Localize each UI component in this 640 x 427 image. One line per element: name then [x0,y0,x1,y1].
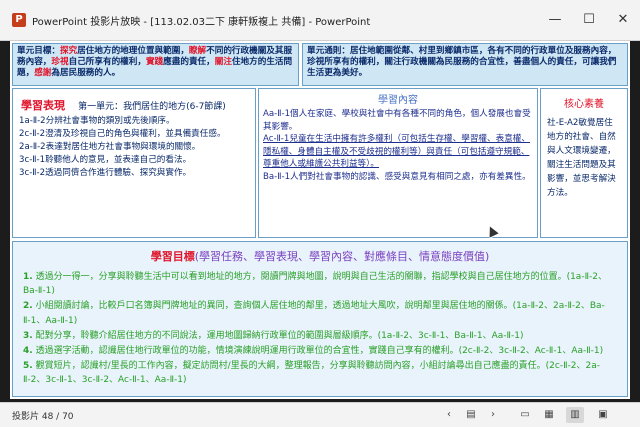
normal-view-button[interactable]: ▭ [516,407,534,423]
next-slide-button[interactable]: › [484,407,502,423]
content-item: Aa-Ⅱ-1個人在家庭、學校與社會中有各種不同的角色，個人發展也會受其影響。 [263,109,531,132]
sorter-view-button[interactable]: ▦ [540,407,558,423]
performance-item: 3c-Ⅱ-1聆聽他人的意見，並表達自己的看法。 [19,155,192,165]
goals-list: 1. 透過分一得一，分享與聆聽生活中可以看到地址的地方，閱讀門牌與地圖，說明與自… [23,270,621,389]
performance-title: 學習表現 [21,99,65,112]
performance-item: 2a-Ⅱ-2表達對居住地方社會事物與環境的關懷。 [19,142,201,152]
unit-rule-box: 單元通則：居住地範圍從鄰、村里到鄉鎮市區，各有不同的行政單位及服務內容，珍視所享… [302,43,628,86]
unit-title: 第一單元：我們居住的地方(6-7節課) [78,102,226,112]
content-list: Aa-Ⅱ-1個人在家庭、學校與社會中有各種不同的角色，個人發展也會受其影響。 A… [259,106,537,186]
title-bar: P PowerPoint 投影片放映 - [113.02.03二下 康軒叛複上 … [0,0,640,41]
learning-performance-box: 學習表現 第一單元：我們居住的地方(6-7節課) 1a-Ⅱ-2分辨社會事物的類別… [12,88,256,238]
core-competency-box: 核心素養 社-E-A2敏覺居住地方的社會、自然與人文環境變遷，關注生活問題及其影… [540,88,628,238]
learning-content-box: 學習內容 Aa-Ⅱ-1個人在家庭、學校與社會中有各種不同的角色，個人發展也會受其… [258,88,538,238]
goal-item: 1. 透過分一得一，分享與聆聽生活中可以看到地址的地方，閱讀門牌與地圖，說明與自… [23,272,607,297]
minimize-button[interactable]: — [538,8,572,32]
core-title: 核心素養 [564,99,604,110]
performance-item: 3c-Ⅱ-2透過同儕合作進行體驗、探究與實作。 [19,168,192,178]
goal-item: 2. 小組閱讀討論，比較戶口名簿與門牌地址的異同，查詢個人居住地的鄰里，透過地址… [23,301,605,326]
core-text: 社-E-A2敏覺居住地方的社會、自然與人文環境變遷，關注生活問題及其影響，並思考… [547,118,616,198]
performance-item: 2c-Ⅱ-2澄清及珍視自己的角色與權利，並具備責任感。 [19,129,226,139]
performance-list: 1a-Ⅱ-2分辨社會事物的類別或先後順序。 2c-Ⅱ-2澄清及珍視自己的角色與權… [19,115,253,180]
window-title: PowerPoint 投影片放映 - [113.02.03二下 康軒叛複上 共備… [32,17,371,28]
performance-item: 1a-Ⅱ-2分辨社會事物的類別或先後順序。 [19,116,175,126]
unit-goal-text: 單元目標：探究居住地方的地理位置與範圍，瞭解不同的行政機關及其服務內容，珍視自己… [17,46,293,78]
goals-header: 學習目標(學習任務、學習表現、學習內容、對應條目、情意態度價值) [13,248,627,264]
goals-subtitle: (學習任務、學習表現、學習內容、對應條目、情意態度價值) [194,250,490,263]
content-item: Ac-Ⅱ-1兒童在生活中擁有許多權利（可包括生存權、學習權、表意權、隱私權、身體… [263,134,530,170]
powerpoint-icon: P [12,13,26,27]
maximize-button[interactable]: ☐ [572,8,606,32]
unit-goal-box: 單元目標：探究居住地方的地理位置與範圍，瞭解不同的行政機關及其服務內容，珍視自己… [12,43,299,86]
content-title: 學習內容 [378,95,418,106]
unit-rule-text: 單元通則：居住地範圍從鄰、村里到鄉鎮市區，各有不同的行政單位及服務內容，珍視所享… [307,46,617,78]
reading-view-button[interactable]: ▥ [566,407,584,423]
learning-goals-box: 學習目標(學習任務、學習表現、學習內容、對應條目、情意態度價值) 1. 透過分一… [12,241,628,397]
status-bar: 投影片 48 / 70 ‹ ▤ › ▭ ▦ ▥ ▣ [0,402,640,427]
goal-item: 5. 觀賞短片，認識村/里長的工作內容，擬定訪問村/里長的大綱，整理報告，分享與… [23,361,600,386]
previous-slide-button[interactable]: ‹ [440,407,458,423]
goals-title: 學習目標 [150,250,195,263]
slideshow-view-button[interactable]: ▣ [594,407,612,423]
close-button[interactable]: ✕ [606,8,640,32]
slide: 單元目標：探究居住地方的地理位置與範圍，瞭解不同的行政機關及其服務內容，珍視自己… [10,41,630,399]
goal-item: 3. 配對分享，聆聽介紹居住地方的不同說法，運用地圖歸納行政單位的範圍與層級順序… [23,330,524,341]
powerpoint-window: P PowerPoint 投影片放映 - [113.02.03二下 康軒叛複上 … [0,0,640,427]
performance-header: 學習表現 第一單元：我們居住的地方(6-7節課) [21,94,226,113]
slide-counter: 投影片 48 / 70 [12,412,74,422]
slide-sorter-icon[interactable]: ▤ [462,407,480,423]
goal-item: 4. 透過選字活動，認識居住地行政單位的功能，情境演練說明運用行政單位的合宜性，… [23,346,604,357]
content-item: Ba-Ⅱ-1人們對社會事物的認識、感受與意見有相同之處，亦有差異性。 [263,171,531,182]
